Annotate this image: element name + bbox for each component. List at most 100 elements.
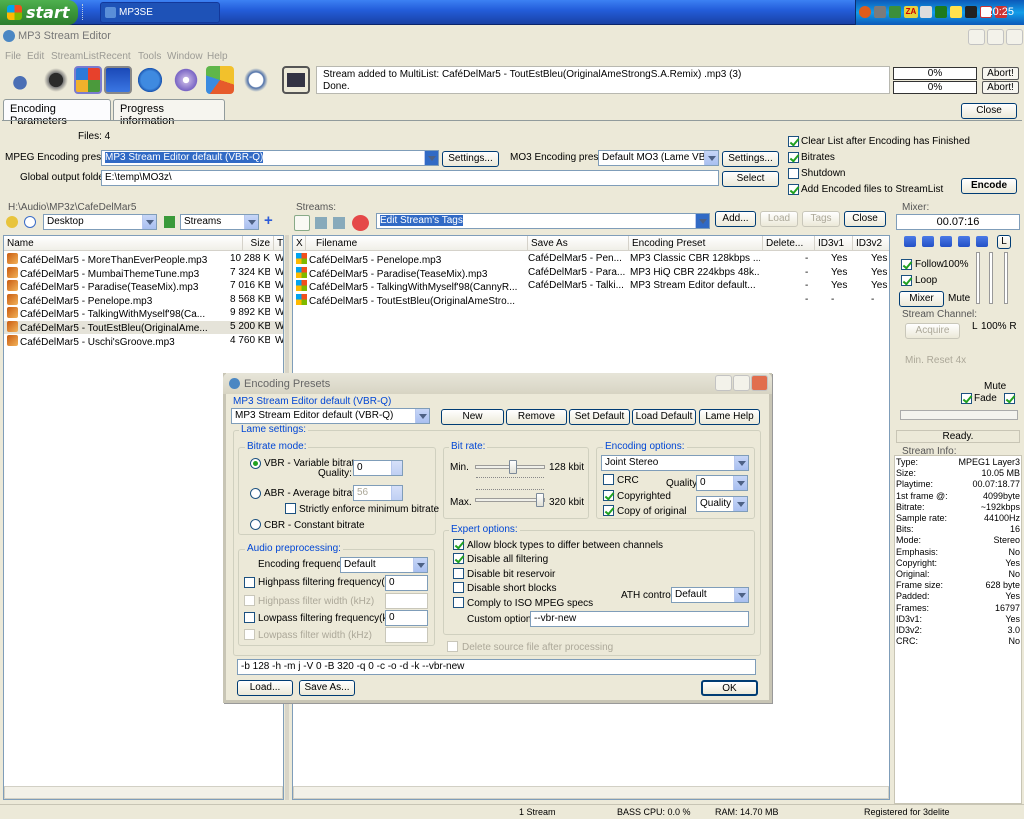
file-row[interactable]: CaféDelMar5 - Penelope.mp3 8 568 KB W xyxy=(4,293,283,307)
star-icon[interactable] xyxy=(6,216,18,228)
volume-slider[interactable] xyxy=(1004,252,1008,304)
arrow-up-icon[interactable] xyxy=(315,217,327,229)
highpass-checkbox[interactable] xyxy=(244,577,255,588)
cd-icon[interactable] xyxy=(42,66,70,94)
col-name[interactable]: Name xyxy=(4,236,243,251)
shield-icon[interactable] xyxy=(935,6,947,18)
menu-help[interactable]: Help xyxy=(207,51,228,62)
col-id3v2[interactable]: ID3v2 xyxy=(853,236,889,251)
save-as-button[interactable]: Save As... xyxy=(299,680,355,696)
stream-row[interactable]: CaféDelMar5 - TalkingWithMyself'98(Canny… xyxy=(293,280,889,293)
add-stream-button[interactable]: Add... xyxy=(715,211,756,227)
col-delete[interactable]: Delete... xyxy=(763,236,815,251)
heart-icon[interactable] xyxy=(352,215,369,231)
maximize-button[interactable] xyxy=(733,375,750,391)
stop-icon[interactable] xyxy=(958,236,970,247)
acquire-button[interactable]: Acquire xyxy=(905,323,960,339)
disable-filtering-checkbox[interactable] xyxy=(453,553,464,564)
menu-streamlist[interactable]: StreamList xyxy=(51,51,99,62)
vbr-radio[interactable] xyxy=(250,458,261,469)
block-types-checkbox[interactable] xyxy=(453,539,464,550)
file-row[interactable]: CaféDelMar5 - MoreThanEverPeople.mp3 10 2… xyxy=(4,253,283,266)
highpass-width-checkbox[interactable] xyxy=(244,595,255,606)
clear-list-checkbox[interactable] xyxy=(788,136,799,147)
mute-checkbox[interactable] xyxy=(1004,393,1015,404)
drive-icon[interactable] xyxy=(920,6,932,18)
menu-tools[interactable]: Tools xyxy=(138,51,161,62)
highpass-width-field[interactable] xyxy=(385,593,428,609)
play-icon[interactable] xyxy=(922,236,934,247)
tab-progress-information[interactable]: Progress information xyxy=(113,99,225,127)
start-button[interactable]: start xyxy=(0,0,78,25)
zonealarm-icon[interactable]: ZA xyxy=(904,6,918,18)
minimize-button[interactable] xyxy=(715,375,732,391)
load-default-button[interactable]: Load Default xyxy=(632,409,696,425)
select-folder-button[interactable]: Select xyxy=(722,171,779,187)
arrow-down-icon[interactable] xyxy=(333,217,345,229)
load-button[interactable]: Load xyxy=(760,211,798,227)
back-icon[interactable] xyxy=(859,6,871,18)
col-filename[interactable]: Filename xyxy=(306,236,528,251)
minimize-button[interactable] xyxy=(968,29,985,45)
filter-select[interactable]: Streams xyxy=(180,214,259,230)
quality-spinner[interactable]: 0 xyxy=(353,460,403,476)
cbr-radio[interactable] xyxy=(250,519,261,530)
encoder-icon[interactable] xyxy=(74,66,102,94)
filter-icon[interactable] xyxy=(164,216,175,228)
menu-recent[interactable]: Recent xyxy=(99,51,131,62)
spinner-arrows-icon[interactable] xyxy=(391,486,402,500)
ok-button[interactable]: OK xyxy=(701,680,758,696)
col-size[interactable]: Size xyxy=(243,236,274,251)
globe-icon[interactable] xyxy=(136,66,164,94)
volume-slider[interactable] xyxy=(976,252,980,304)
tab-encoding-parameters[interactable]: Encoding Parameters xyxy=(3,99,111,127)
abort-button[interactable]: Abort! xyxy=(982,67,1019,80)
file-row[interactable]: CaféDelMar5 - Uschi'sGroove.mp3 4 760 KB W xyxy=(4,334,283,348)
close-streams-button[interactable]: Close xyxy=(844,211,886,227)
lowpass-checkbox[interactable] xyxy=(244,612,255,623)
loop-checkbox[interactable] xyxy=(901,275,912,286)
mpeg-preset-select[interactable]: MP3 Stream Editor default (VBR-Q) xyxy=(101,150,439,166)
refresh-icon[interactable] xyxy=(24,216,36,228)
enc-frequency-select[interactable]: Default xyxy=(340,557,428,573)
col-id3v1[interactable]: ID3v1 xyxy=(815,236,853,251)
load-preset-button[interactable]: Load... xyxy=(237,680,293,696)
add-encoded-checkbox[interactable] xyxy=(788,184,799,195)
taskbar-task-mp3se[interactable]: MP3SE xyxy=(100,2,220,23)
music-note-icon[interactable] xyxy=(6,66,34,94)
horizontal-scrollbar[interactable] xyxy=(4,786,283,799)
rewind-icon[interactable] xyxy=(904,236,916,247)
menu-file[interactable]: File xyxy=(5,51,21,62)
file-row[interactable]: CaféDelMar5 - MumbaiThemeTune.mp3 7 324 K… xyxy=(4,266,283,280)
pause-icon[interactable] xyxy=(940,236,952,247)
file-row[interactable]: CaféDelMar5 - Paradise(TeaseMix).mp3 7 01… xyxy=(4,280,283,293)
col-type[interactable]: T xyxy=(274,236,283,251)
horizontal-scrollbar[interactable] xyxy=(293,786,889,799)
col-encoding-preset[interactable]: Encoding Preset xyxy=(629,236,763,251)
calendar-icon[interactable] xyxy=(965,6,977,18)
disc-icon[interactable] xyxy=(172,66,200,94)
file-row[interactable]: CaféDelMar5 - TalkingWithMyself'98(Ca...… xyxy=(4,307,283,320)
tag-action-select[interactable]: Edit Stream's Tags xyxy=(376,213,710,229)
quality-select[interactable]: 0 xyxy=(696,475,748,491)
stream-row[interactable]: CaféDelMar5 - Paradise(TeaseMix).mp3 Café… xyxy=(293,266,889,280)
stream-row[interactable]: CaféDelMar5 - ToutEstBleu(OriginalAmeStr… xyxy=(293,293,889,307)
quality-mode-select[interactable]: Quality xyxy=(696,496,748,512)
command-line-field[interactable]: -b 128 -h -m j -V 0 -B 320 -q 0 -c -o -d… xyxy=(237,659,756,675)
position-slider[interactable] xyxy=(900,410,1018,420)
col-x[interactable]: X xyxy=(293,236,306,251)
set-default-button[interactable]: Set Default xyxy=(569,409,630,425)
new-preset-button[interactable]: New xyxy=(441,409,504,425)
strict-minimum-checkbox[interactable] xyxy=(285,503,296,514)
clock-icon[interactable] xyxy=(242,66,270,94)
lame-help-button[interactable]: Lame Help xyxy=(699,409,760,425)
spinner-arrows-icon[interactable] xyxy=(391,461,402,475)
iso-compliance-checkbox[interactable] xyxy=(453,597,464,608)
fade-checkbox[interactable] xyxy=(961,393,972,404)
disable-reservoir-checkbox[interactable] xyxy=(453,568,464,579)
ath-control-select[interactable]: Default xyxy=(671,587,749,603)
preset-select[interactable]: MP3 Stream Editor default (VBR-Q) xyxy=(231,408,430,424)
close-window-button[interactable] xyxy=(1006,29,1023,45)
forward-icon[interactable] xyxy=(976,236,988,247)
encode-button[interactable]: Encode xyxy=(961,178,1017,194)
